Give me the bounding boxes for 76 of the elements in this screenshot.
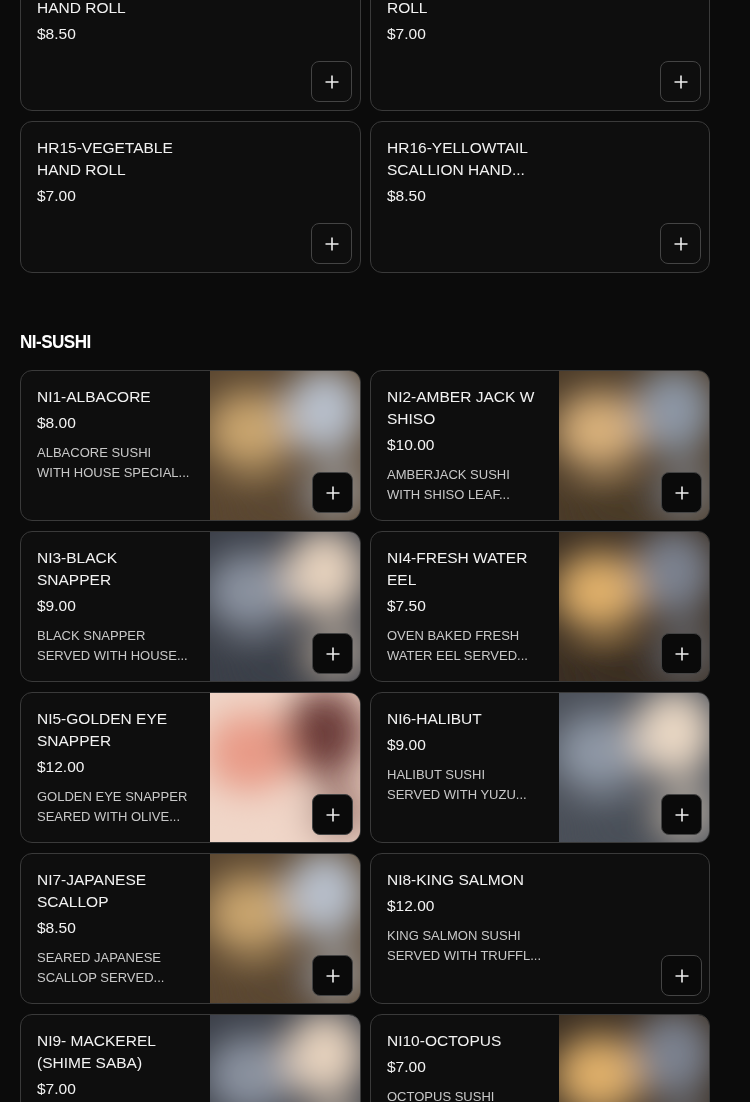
menu-item-card[interactable]: HR15-VEGETABLE HAND ROLL $7.00 [20, 121, 361, 273]
add-button[interactable] [312, 794, 353, 835]
item-price: $7.00 [387, 24, 427, 44]
plus-icon [324, 74, 339, 89]
item-price: $7.00 [37, 1079, 77, 1099]
menu-item-card[interactable]: NI2-AMBER JACK W SHISO $10.00 AMBERJACK SUSHI WITH SHISO LEAF... [370, 370, 710, 521]
add-button[interactable] [660, 61, 701, 102]
plus-icon [673, 236, 688, 251]
item-name: HR15-VEGETABLE HAND ROLL [37, 138, 174, 180]
item-description: ALBACORE SUSHI WITH HOUSE SPECIAL... [37, 444, 191, 482]
plus-icon [325, 485, 340, 500]
menu-item-card[interactable]: NI8-KING SALMON $12.00 KING SALMON SUSHI SERVED WITH TRUFFL... [370, 853, 710, 1004]
item-price: $8.00 [37, 413, 77, 433]
item-price: $7.50 [387, 596, 427, 616]
item-name: HAND ROLL [37, 0, 127, 18]
plus-icon [673, 74, 688, 89]
plus-icon [674, 807, 689, 822]
item-price: $8.50 [37, 24, 77, 44]
item-price: $12.00 [387, 896, 436, 916]
menu-item-card[interactable]: NI1-ALBACORE $8.00 ALBACORE SUSHI WITH HOUSE SPECIAL... [20, 370, 361, 521]
item-name: NI2-AMBER JACK W SHISO [387, 387, 536, 429]
item-price: $8.50 [37, 918, 77, 938]
plus-icon [325, 807, 340, 822]
plus-icon [325, 968, 340, 983]
item-price: $7.00 [387, 1057, 427, 1077]
add-button[interactable] [312, 472, 353, 513]
menu-item-card[interactable]: NI3-BLACK SNAPPER $9.00 BLACK SNAPPER SERVED WITH HOUSE... [20, 531, 361, 682]
item-description: HALIBUT SUSHI SERVED WITH YUZU... [387, 766, 528, 804]
item-name: NI8-KING SALMON [387, 870, 525, 890]
item-name: NI1-ALBACORE [37, 387, 152, 407]
menu-item-card[interactable]: NI9- MACKEREL (SHIME SABA) $7.00 [20, 1014, 361, 1102]
add-button[interactable] [661, 472, 702, 513]
item-name: NI4-FRESH WATER EEL [387, 548, 529, 590]
item-description: SEARED JAPANESE SCALLOP SERVED... [37, 949, 166, 987]
item-name: ROLL [387, 0, 429, 18]
item-description: GOLDEN EYE SNAPPER SEARED WITH OLIVE... [37, 788, 189, 826]
item-name: NI6-HALIBUT [387, 709, 483, 729]
menu-item-card[interactable]: NI6-HALIBUT $9.00 HALIBUT SUSHI SERVED WITH YUZU... [370, 692, 710, 843]
plus-icon [674, 485, 689, 500]
item-name: NI5-GOLDEN EYE SNAPPER [37, 709, 169, 751]
menu-item-card[interactable]: NI7-JAPANESE SCALLOP $8.50 SEARED JAPANESE SCALLOP SERVED... [20, 853, 361, 1004]
add-button[interactable] [660, 223, 701, 264]
plus-icon [674, 968, 689, 983]
add-button[interactable] [661, 955, 702, 996]
item-description: AMBERJACK SUSHI WITH SHISO LEAF... [387, 466, 511, 504]
item-description: BLACK SNAPPER SERVED WITH HOUSE... [37, 627, 189, 665]
item-name: NI9- MACKEREL (SHIME SABA) [37, 1031, 157, 1073]
add-button[interactable] [311, 223, 352, 264]
plus-icon [674, 646, 689, 661]
add-button[interactable] [661, 794, 702, 835]
item-price: $7.00 [37, 186, 77, 206]
add-button[interactable] [312, 955, 353, 996]
item-price: $9.00 [387, 735, 427, 755]
add-button[interactable] [311, 61, 352, 102]
item-price: $9.00 [37, 596, 77, 616]
item-name: NI3-BLACK SNAPPER [37, 548, 119, 590]
item-description: OVEN BAKED FRESH WATER EEL SERVED... [387, 627, 529, 665]
item-description: OCTOPUS SUSHI [387, 1088, 496, 1102]
add-button[interactable] [312, 633, 353, 674]
item-price: $12.00 [37, 757, 86, 777]
add-button[interactable] [661, 633, 702, 674]
menu-item-card[interactable]: ROLL $7.00 [370, 0, 710, 111]
menu-item-card[interactable]: HR16-YELLOWTAIL SCALLION HAND... $8.50 [370, 121, 710, 273]
item-name: HR16-YELLOWTAIL SCALLION HAND... [387, 138, 529, 180]
item-name: NI10-OCTOPUS [387, 1031, 503, 1051]
menu-item-card[interactable]: NI5-GOLDEN EYE SNAPPER $12.00 GOLDEN EYE SNAPPER SEARED WITH OLIVE... [20, 692, 361, 843]
item-name: NI7-JAPANESE SCALLOP [37, 870, 148, 912]
item-description: KING SALMON SUSHI SERVED WITH TRUFFL... [387, 927, 543, 965]
menu-item-card[interactable]: NI10-OCTOPUS $7.00 OCTOPUS SUSHI [370, 1014, 710, 1102]
item-price: $10.00 [387, 435, 436, 455]
item-price: $8.50 [387, 186, 427, 206]
section-heading: NI-SUSHI [20, 331, 91, 353]
menu-item-card[interactable]: HAND ROLL $8.50 [20, 0, 361, 111]
plus-icon [324, 236, 339, 251]
plus-icon [325, 646, 340, 661]
menu-item-card[interactable]: NI4-FRESH WATER EEL $7.50 OVEN BAKED FRESH WATER EEL SERVED... [370, 531, 710, 682]
